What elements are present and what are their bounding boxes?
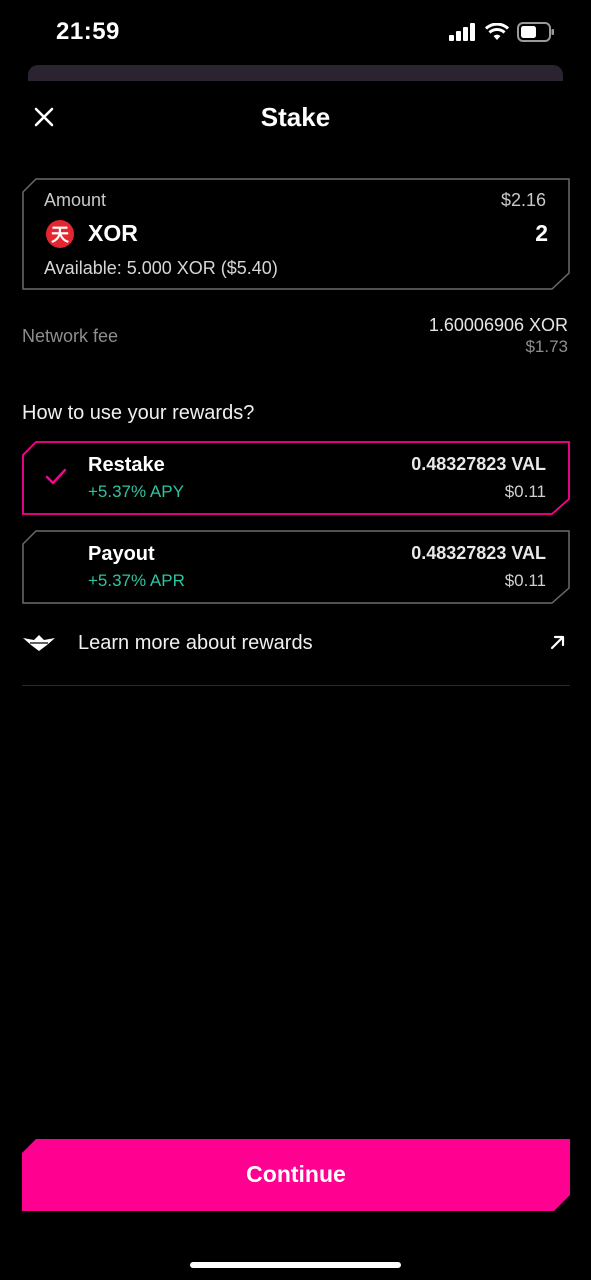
option-restake[interactable]: Restake +5.37% APY 0.48327823 VAL $0.11	[22, 441, 570, 515]
rewards-question: How to use your rewards?	[22, 402, 255, 424]
bird-logo-icon	[23, 635, 55, 651]
option-amount: 0.48327823 VAL	[411, 543, 546, 563]
option-name: Restake	[88, 454, 165, 476]
sheet-backdrop	[28, 65, 563, 81]
option-amount: 0.48327823 VAL	[411, 454, 546, 474]
token-symbol[interactable]: XOR	[88, 220, 138, 247]
learn-more-label: Learn more about rewards	[78, 632, 313, 654]
home-indicator	[190, 1262, 401, 1268]
learn-more-link[interactable]: Learn more about rewards	[22, 626, 570, 666]
option-restake-frame	[22, 441, 570, 515]
divider	[22, 685, 570, 686]
wifi-icon	[485, 23, 509, 40]
option-rate: +5.37% APY	[88, 482, 184, 501]
network-fee-value: 1.60006906 XOR	[428, 315, 568, 335]
amount-usd-value: $2.16	[500, 190, 546, 210]
network-fee-label: Network fee	[22, 326, 119, 346]
xor-token-icon: 天	[46, 220, 74, 248]
status-icons	[449, 22, 555, 42]
battery-icon	[517, 22, 554, 42]
amount-label: Amount	[44, 190, 107, 210]
status-time: 21:59	[56, 18, 120, 45]
signal-icon	[449, 23, 475, 41]
option-usd: $0.11	[504, 482, 546, 501]
option-payout[interactable]: Payout +5.37% APR 0.48327823 VAL $0.11	[22, 530, 570, 604]
continue-label: Continue	[246, 1161, 346, 1187]
stake-screen: 21:59 Stake Amount $2.16 天 XOR 2 Availab…	[0, 0, 591, 1280]
network-fee-usd: $1.73	[525, 337, 568, 356]
option-rate: +5.37% APR	[88, 571, 185, 590]
external-link-arrow-icon	[550, 635, 565, 650]
amount-card[interactable]: Amount $2.16 天 XOR 2 Available: 5.000 XO…	[22, 178, 570, 290]
option-usd: $0.11	[504, 571, 546, 590]
continue-button[interactable]: Continue	[22, 1139, 570, 1211]
option-payout-frame	[22, 530, 570, 604]
check-icon	[45, 468, 67, 485]
option-name: Payout	[88, 543, 155, 565]
page-title: Stake	[260, 102, 331, 132]
available-balance: Available: 5.000 XOR ($5.40)	[44, 258, 278, 278]
amount-input[interactable]: 2	[535, 220, 548, 247]
